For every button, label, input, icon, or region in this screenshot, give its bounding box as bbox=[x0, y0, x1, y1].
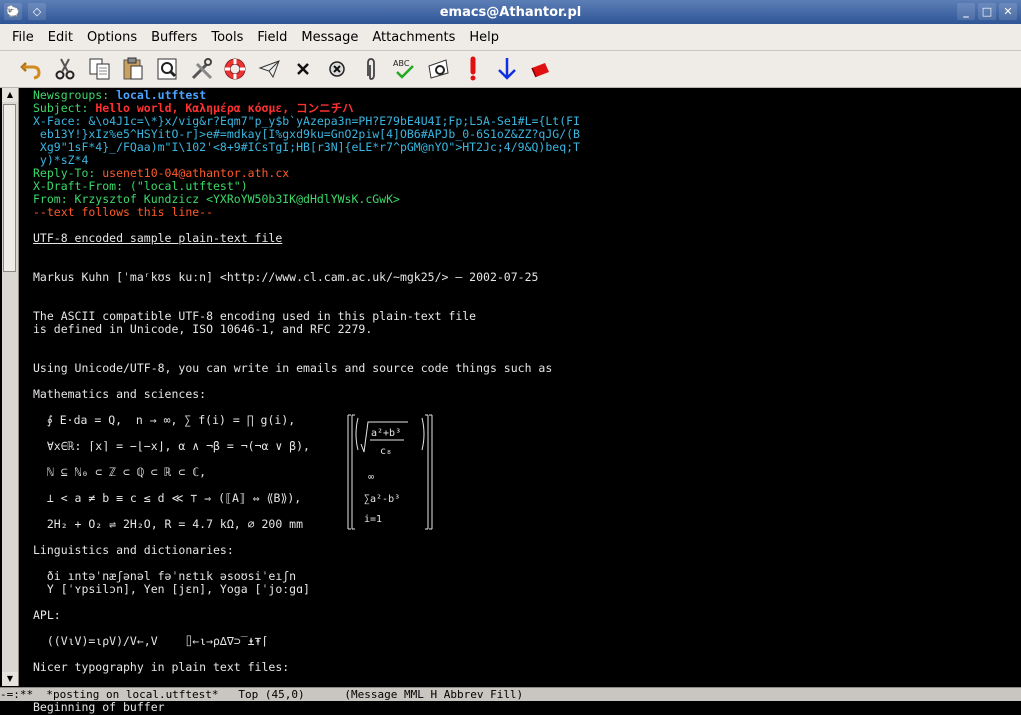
menu-attachments[interactable]: Attachments bbox=[365, 30, 462, 45]
matrix-top: a²+b³ bbox=[371, 428, 401, 439]
scroll-thumb[interactable] bbox=[3, 104, 16, 272]
math-heading: Mathematics and sciences: bbox=[33, 387, 207, 401]
linguistics-heading: Linguistics and dictionaries: bbox=[33, 543, 234, 557]
menu-edit[interactable]: Edit bbox=[41, 30, 80, 45]
minimize-button[interactable]: _ bbox=[957, 3, 975, 20]
text-separator: --text follows this line-- bbox=[33, 205, 214, 219]
search-icon[interactable] bbox=[155, 56, 181, 82]
apl-heading: APL: bbox=[33, 608, 61, 622]
math-line-5: 2H₂ + O₂ ⇌ 2H₂O, R = 4.7 kΩ, ⌀ 200 mm bbox=[33, 517, 304, 531]
body-author: Markus Kuhn [ˈmaʳkʊs kuːn] <http://www.c… bbox=[33, 270, 539, 284]
reply-to-label: Reply-To: bbox=[33, 166, 96, 180]
mode-line[interactable]: -=:** *posting on local.utftest* Top (45… bbox=[0, 687, 1021, 701]
copy-icon[interactable] bbox=[87, 56, 113, 82]
math-line-4: ⊥ < a ≠ b ≡ c ≤ d ≪ ⊤ ⇒ (⟦A⟧ ⇔ ⟪B⟫), bbox=[33, 491, 302, 505]
undo-icon[interactable] bbox=[18, 56, 44, 82]
matrix-sub: c₈ bbox=[380, 446, 392, 457]
menu-field[interactable]: Field bbox=[250, 30, 294, 45]
newsgroups-value: local.utftest bbox=[116, 88, 207, 102]
tool-bar: ABC bbox=[0, 51, 1021, 88]
matrix-formula: a²+b³ c₈ ∞ ∑a²-b³ i=1 bbox=[347, 414, 433, 530]
attach-icon[interactable] bbox=[358, 56, 384, 82]
send-icon[interactable] bbox=[257, 56, 283, 82]
close-button[interactable]: ✕ bbox=[999, 3, 1017, 20]
menu-bar: File Edit Options Buffers Tools Field Me… bbox=[0, 24, 1021, 51]
important-icon[interactable] bbox=[460, 56, 486, 82]
menu-help[interactable]: Help bbox=[462, 30, 506, 45]
menu-options[interactable]: Options bbox=[80, 30, 144, 45]
body-using: Using Unicode/UTF-8, you can write in em… bbox=[33, 361, 553, 375]
scroll-up-icon[interactable]: ▲ bbox=[2, 88, 18, 102]
window-title-bar[interactable]: 🐑 ◇ emacs@Athantor.pl _ □ ✕ bbox=[0, 0, 1021, 24]
menu-file[interactable]: File bbox=[0, 30, 41, 45]
buffer-text-area[interactable]: Newsgroups: local.utftest Subject: Hello… bbox=[26, 88, 1020, 686]
down-arrow-icon[interactable] bbox=[494, 56, 520, 82]
window-title: emacs@Athantor.pl bbox=[439, 5, 582, 20]
xface-label: X-Face: bbox=[33, 114, 82, 128]
preview-icon[interactable] bbox=[426, 56, 452, 82]
menu-message[interactable]: Message bbox=[294, 30, 365, 45]
flag-icon[interactable] bbox=[528, 56, 554, 82]
math-line-1: ∮ E⋅da = Q, n → ∞, ∑ f(i) = ∏ g(i), bbox=[33, 413, 296, 427]
body-intro-2: is defined in Unicode, ISO 10646-1, and … bbox=[33, 322, 373, 336]
subject-label: Subject: bbox=[33, 101, 89, 115]
matrix-sum: ∑a²-b³ bbox=[364, 494, 400, 505]
linguistics-line-2: Y [ˈʏpsilɔn], Yen [jɛn], Yoga [ˈjoːgɑ] bbox=[33, 582, 310, 596]
menu-tools[interactable]: Tools bbox=[204, 30, 250, 45]
matrix-i: i=1 bbox=[364, 514, 382, 525]
delete-x-icon[interactable] bbox=[290, 56, 316, 82]
tools-icon[interactable] bbox=[189, 56, 215, 82]
cancel-icon[interactable] bbox=[324, 56, 350, 82]
svg-text:ABC: ABC bbox=[393, 59, 410, 68]
scroll-down-icon[interactable]: ▼ bbox=[2, 672, 18, 686]
subject-value: Hello world, Καλημέρα κόσμε, コンニチハ bbox=[95, 101, 354, 115]
menu-buffers[interactable]: Buffers bbox=[144, 30, 204, 45]
minibuffer[interactable]: Beginning of buffer bbox=[0, 701, 1021, 715]
spell-check-icon[interactable]: ABC bbox=[391, 56, 417, 82]
reply-to-value: usenet10-04@athantor.ath.cx bbox=[102, 166, 290, 180]
matrix-inf: ∞ bbox=[368, 472, 374, 483]
paste-icon[interactable] bbox=[120, 56, 146, 82]
math-line-2: ∀x∈ℝ: ⌈x⌉ = −⌊−x⌋, α ∧ ¬β = ¬(¬α ∨ β), bbox=[33, 439, 310, 453]
newsgroups-label: Newsgroups: bbox=[33, 88, 110, 102]
help-lifebuoy-icon[interactable] bbox=[222, 56, 248, 82]
maximize-button[interactable]: □ bbox=[978, 3, 996, 20]
cut-icon[interactable] bbox=[52, 56, 78, 82]
xface-line-3: Xg9"1sF*4}_/FQaa)m"I\102'<8+9#ICsTgI;HB[… bbox=[33, 140, 580, 154]
xface-line-1: &\o4J1c=\*}x/vig&r?Eqm7"p_y$b`yAzepa3n=P… bbox=[88, 114, 580, 128]
apl-line-1: ((V⍳V)=⍳⍴V)/V←,V ⌷←⍳→⍴∆∇⊃‾⍎⍕⌈ bbox=[33, 634, 269, 648]
typography-heading: Nicer typography in plain text files: bbox=[33, 660, 290, 674]
body-title: UTF-8 encoded sample plain-text file bbox=[33, 231, 283, 245]
vertical-scrollbar[interactable]: ▲ ▼ bbox=[2, 88, 19, 686]
math-line-3: ℕ ⊆ ℕ₀ ⊂ ℤ ⊂ ℚ ⊂ ℝ ⊂ ℂ, bbox=[33, 465, 207, 479]
